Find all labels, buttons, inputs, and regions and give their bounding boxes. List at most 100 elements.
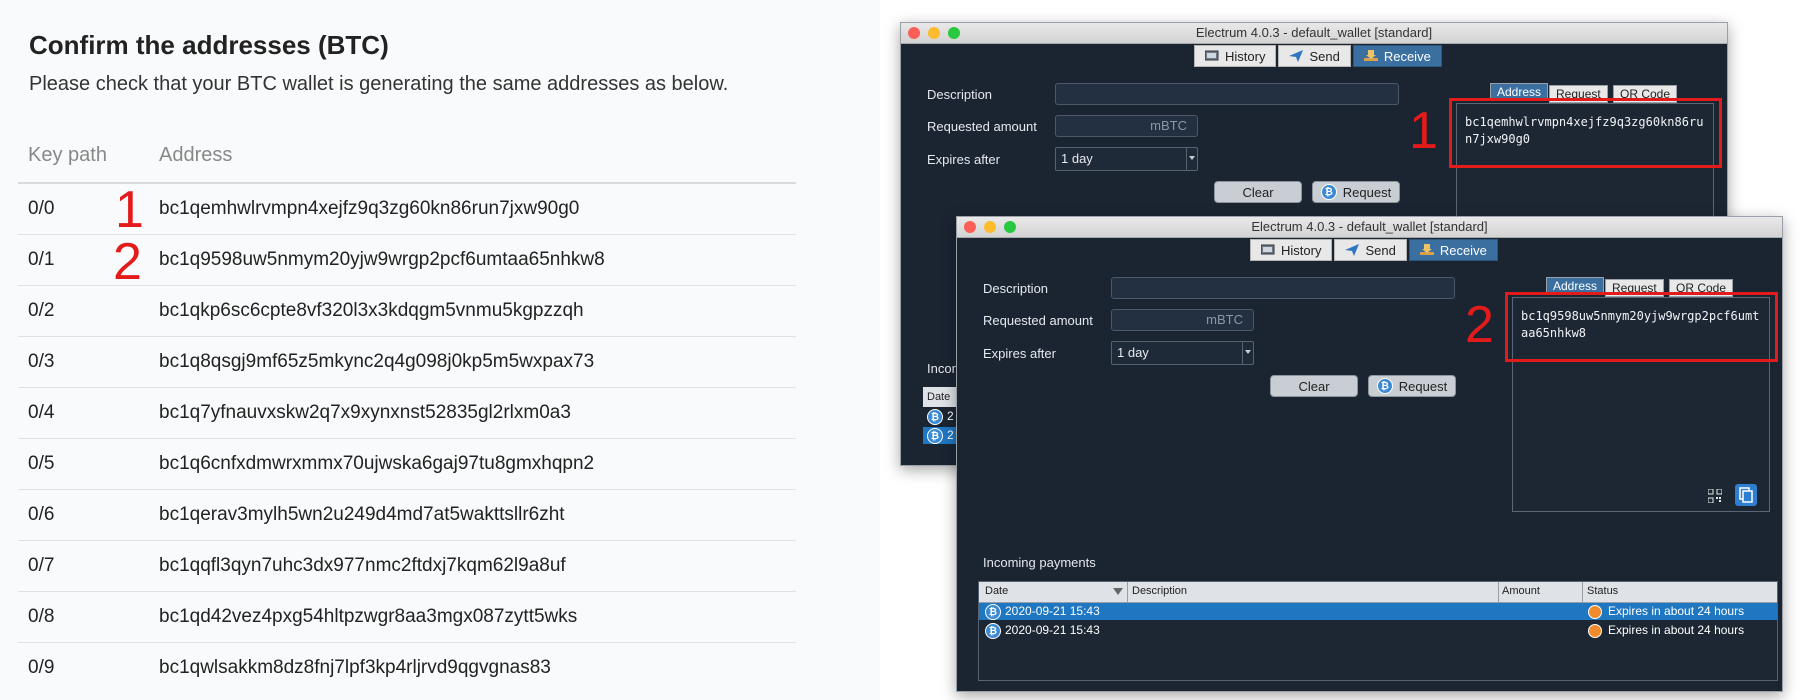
key-path-cell: 0/4 bbox=[28, 402, 55, 423]
description-label: Description bbox=[983, 281, 1049, 296]
history-icon bbox=[1261, 244, 1275, 255]
table-row: 0/4 bc1q7yfnauvxskw2q7x9xynxnst52835gl2rl… bbox=[18, 388, 796, 439]
payment-row[interactable]: ₿ 2020-09-21 15:43 Expires in about 24 h… bbox=[979, 622, 1777, 639]
address-cell: bc1qqfl3qyn7uhc3dx977nmc2ftdxj7kqm62l9a8… bbox=[159, 555, 566, 576]
key-path-cell: 0/7 bbox=[28, 555, 55, 576]
marker-2: 2 bbox=[113, 233, 142, 291]
main-tabs: History Send Receive bbox=[1250, 239, 1498, 261]
expires-value: 1 day bbox=[1061, 151, 1093, 166]
requested-amount-label: Requested amount bbox=[983, 313, 1093, 328]
column-amount[interactable]: Amount bbox=[1502, 585, 1540, 597]
tab-label: Send bbox=[1309, 48, 1340, 64]
description-input[interactable] bbox=[1111, 277, 1455, 299]
column-description[interactable]: Description bbox=[1132, 585, 1187, 597]
window-marker-2: 2 bbox=[1465, 296, 1494, 354]
expires-value: 1 day bbox=[1117, 345, 1149, 360]
tab-label: History bbox=[1281, 242, 1322, 258]
request-button[interactable]: ₿ Request bbox=[1312, 181, 1400, 203]
key-path-cell: 0/1 bbox=[28, 249, 55, 270]
send-icon bbox=[1289, 50, 1304, 62]
expires-select[interactable]: 1 day bbox=[1055, 147, 1198, 171]
receive-icon bbox=[1419, 244, 1434, 255]
clear-button[interactable]: Clear bbox=[1270, 375, 1358, 397]
table-row: 0/9 bc1qwlsakkm8dz8fnj7lpf3kp4rljrvd9qgvg… bbox=[18, 643, 796, 693]
history-icon bbox=[1205, 50, 1219, 61]
expires-select[interactable]: 1 day bbox=[1111, 341, 1254, 365]
payment-status: Expires in about 24 hours bbox=[1608, 623, 1745, 637]
bitcoin-icon: ₿ bbox=[927, 428, 943, 444]
column-date[interactable]: Date bbox=[985, 585, 1008, 597]
tab-send[interactable]: Send bbox=[1278, 45, 1351, 67]
sort-down-icon[interactable] bbox=[1113, 588, 1123, 595]
amount-input[interactable]: mBTC bbox=[1111, 309, 1254, 331]
requested-amount-label: Requested amount bbox=[927, 119, 1037, 134]
tab-label: Receive bbox=[1383, 48, 1431, 64]
address-cell: bc1qwlsakkm8dz8fnj7lpf3kp4rljrvd9qgvgnas… bbox=[159, 657, 551, 678]
payment-date: 2020-09-21 15:43 bbox=[1005, 604, 1100, 618]
incoming-payments-label: Incoming payments bbox=[983, 555, 1096, 570]
description-input[interactable] bbox=[1055, 83, 1399, 105]
key-path-cell: 0/2 bbox=[28, 300, 55, 321]
unit-label: mBTC bbox=[1206, 312, 1243, 327]
tab-receive[interactable]: Receive bbox=[1352, 45, 1442, 67]
tab-history[interactable]: History bbox=[1194, 45, 1277, 67]
main-tabs: History Send Receive bbox=[1194, 45, 1442, 67]
tab-label: Send bbox=[1365, 242, 1396, 258]
request-button[interactable]: ₿ Request bbox=[1368, 375, 1456, 397]
tab-history[interactable]: History bbox=[1250, 239, 1333, 261]
tab-send[interactable]: Send bbox=[1334, 239, 1407, 261]
incoming-payments-table: Date Description Amount Status ₿ 2020-09… bbox=[978, 581, 1778, 681]
address-cell: bc1q6cnfxdmwrxmmx70ujwska6gaj97tu8gmxhqp… bbox=[159, 453, 595, 474]
key-path-cell: 0/9 bbox=[28, 657, 55, 678]
address-cell: bc1qkp6sc6cpte8vf320l3x3kdqgm5vnmu5kgpzz… bbox=[159, 300, 584, 321]
address-cell: bc1qd42vez4pxg54hltpzwgr8aa3mgx087zytt5w… bbox=[159, 606, 578, 627]
clear-button[interactable]: Clear bbox=[1214, 181, 1302, 203]
amount-input[interactable]: mBTC bbox=[1055, 115, 1198, 137]
address-cell: bc1q7yfnauvxskw2q7x9xynxnst52835gl2rlxm0… bbox=[159, 402, 571, 423]
tab-label: Receive bbox=[1439, 242, 1487, 258]
page-subtitle: Please check that your BTC wallet is gen… bbox=[29, 73, 729, 95]
address-cell: bc1q8qsgj9mf65z5mkync2q4g098j0kp5m5wxpax… bbox=[159, 351, 595, 372]
table-row: 0/2 bc1qkp6sc6cpte8vf320l3x3kdqgm5vnmu5kg… bbox=[18, 286, 796, 337]
bitcoin-icon: ₿ bbox=[927, 409, 943, 425]
tab-label: History bbox=[1225, 48, 1266, 64]
confirm-addresses-panel: Confirm the addresses (BTC) Please check… bbox=[0, 0, 880, 700]
table-row: 0/7 bc1qqfl3qyn7uhc3dx977nmc2ftdxj7kqm62l… bbox=[18, 541, 796, 592]
description-label: Description bbox=[927, 87, 993, 102]
marker-1: 1 bbox=[115, 181, 144, 239]
title-bar: Electrum 4.0.3 - default_wallet [standar… bbox=[957, 217, 1782, 238]
column-key-path: Key path bbox=[28, 144, 107, 166]
key-path-cell: 0/6 bbox=[28, 504, 55, 525]
chevron-down-icon bbox=[1186, 148, 1197, 170]
bitcoin-icon: ₿ bbox=[985, 623, 1001, 639]
bitcoin-icon: ₿ bbox=[1320, 184, 1337, 200]
column-address: Address bbox=[159, 144, 233, 166]
highlight-box bbox=[1449, 98, 1722, 168]
column-status[interactable]: Status bbox=[1587, 585, 1618, 597]
clock-icon bbox=[1588, 605, 1602, 619]
table-row: 0/5 bc1q6cnfxdmwrxmmx70ujwska6gaj97tu8gmx… bbox=[18, 439, 796, 490]
table-row: 0/6 bc1qerav3mylh5wn2u249d4md7at5wakttsll… bbox=[18, 490, 796, 541]
tab-receive[interactable]: Receive bbox=[1408, 239, 1498, 261]
chevron-down-icon bbox=[1242, 342, 1253, 364]
qr-code-icon[interactable] bbox=[1708, 489, 1722, 503]
payment-date: 2020-09-21 15:43 bbox=[1005, 623, 1100, 637]
copy-icon[interactable] bbox=[1735, 484, 1757, 506]
address-cell: bc1qemhwlrvmpn4xejfz9q3zg60kn86run7jxw90… bbox=[159, 198, 580, 219]
payment-row[interactable]: ₿ 2020-09-21 15:43 Expires in about 24 h… bbox=[979, 603, 1777, 620]
clock-icon bbox=[1588, 624, 1602, 638]
address-cell: bc1q9598uw5nmym20yjw9wrgp2pcf6umtaa65nhk… bbox=[159, 249, 605, 270]
expires-after-label: Expires after bbox=[927, 152, 1000, 167]
send-icon bbox=[1345, 244, 1360, 256]
highlight-box bbox=[1505, 292, 1778, 362]
table-header: Key path Address bbox=[18, 138, 796, 184]
window-title: Electrum 4.0.3 - default_wallet [standar… bbox=[1251, 219, 1488, 234]
table-row: 0/3 bc1q8qsgj9mf65z5mkync2q4g098j0kp5m5wx… bbox=[18, 337, 796, 388]
window-marker-1: 1 bbox=[1409, 102, 1438, 160]
payment-status: Expires in about 24 hours bbox=[1608, 604, 1745, 618]
receive-icon bbox=[1363, 50, 1378, 61]
window-title: Electrum 4.0.3 - default_wallet [standar… bbox=[1195, 25, 1433, 40]
page-title: Confirm the addresses (BTC) bbox=[29, 30, 389, 60]
bitcoin-icon: ₿ bbox=[985, 604, 1001, 620]
expires-after-label: Expires after bbox=[983, 346, 1056, 361]
